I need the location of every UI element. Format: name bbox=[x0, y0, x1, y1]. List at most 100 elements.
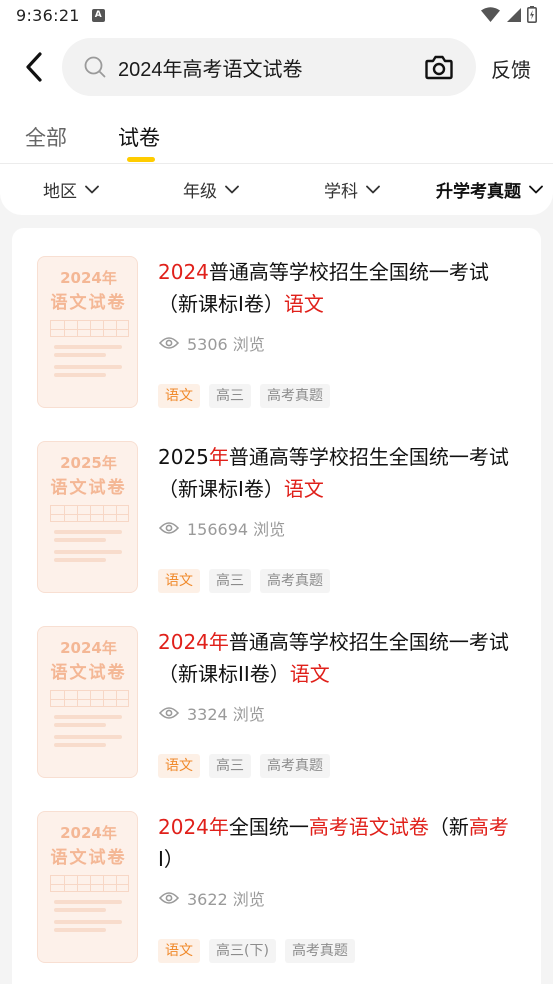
info-tag: 高考真题 bbox=[260, 754, 330, 778]
title-highlight: 高考 bbox=[468, 815, 509, 839]
result-title[interactable]: 2024年全国统一高考语文试卷（新高考 I） bbox=[158, 811, 518, 875]
result-title[interactable]: 2025年普通高等学校招生全国统一考试（新课标I卷）语文 bbox=[158, 441, 518, 505]
paper-thumbnail: 2024年语文试卷 bbox=[37, 256, 138, 408]
thumbnail-text-line bbox=[54, 550, 122, 554]
view-count: 3324 浏览 bbox=[159, 701, 265, 725]
chevron-down-icon bbox=[85, 185, 99, 194]
title-text: 全国统一 bbox=[228, 815, 309, 839]
result-item[interactable]: 2024年语文试卷 2024普通高等学校招生全国统一考试（新课标I卷）语文 5306… bbox=[12, 228, 541, 413]
title-highlight: 高考语文试卷 bbox=[308, 815, 429, 839]
thumbnail-score-table bbox=[50, 875, 129, 892]
feedback-link[interactable]: 反馈 bbox=[491, 54, 531, 83]
thumbnail-text-line bbox=[54, 558, 106, 562]
filter-region[interactable]: 地区 bbox=[43, 177, 99, 202]
title-highlight: 语文 bbox=[283, 292, 324, 316]
thumbnail-text-line bbox=[54, 723, 106, 727]
result-item[interactable]: 2024年语文试卷 2024年普通高等学校招生全国统一考试（新课标II卷）语文 33… bbox=[12, 598, 541, 783]
eye-icon bbox=[159, 707, 179, 719]
subject-tag: 语文 bbox=[158, 939, 200, 963]
thumbnail-text-line bbox=[54, 345, 122, 349]
info-tag: 高三 bbox=[209, 754, 251, 778]
thumbnail-text-line bbox=[54, 715, 122, 719]
thumbnail-year: 2024年 bbox=[60, 824, 117, 842]
view-count: 5306 浏览 bbox=[159, 331, 265, 355]
info-tag: 高三(下) bbox=[209, 939, 276, 963]
result-item[interactable]: 2025年语文试卷 2025年普通高等学校招生全国统一考试（新课标I卷）语文 156… bbox=[12, 413, 541, 598]
thumbnail-subject: 语文试卷 bbox=[50, 663, 127, 683]
view-count-text: 3324 浏览 bbox=[187, 705, 265, 724]
result-title[interactable]: 2024年普通高等学校招生全国统一考试（新课标II卷）语文 bbox=[158, 626, 518, 690]
thumbnail-text-line bbox=[54, 900, 122, 904]
paper-thumbnail: 2025年语文试卷 bbox=[37, 441, 138, 593]
filter-subject-label: 学科 bbox=[324, 182, 358, 202]
title-highlight: 2024年 bbox=[158, 815, 229, 839]
search-bar-row: 2024年高考语文试卷 反馈 bbox=[0, 38, 553, 96]
results-list: 2024年 语文试卷 2024普通高等学校招生全国统一考试（新课标I卷）语文 5306… bbox=[12, 228, 541, 984]
result-tabs: 全部 试卷 bbox=[0, 118, 553, 164]
subject-tag: 语文 bbox=[158, 384, 200, 408]
thumbnail-year: 2024年 bbox=[60, 639, 117, 657]
title-highlight: 2024 bbox=[158, 260, 209, 284]
battery-icon bbox=[527, 6, 537, 23]
notification-a-icon: A bbox=[91, 8, 105, 22]
paper-thumbnail: 2024年语文试卷 bbox=[37, 626, 138, 778]
cell-signal-icon bbox=[507, 7, 521, 22]
thumbnail-subject: 语文试卷 bbox=[50, 293, 127, 313]
camera-search-button[interactable] bbox=[424, 53, 454, 81]
info-tag: 高三 bbox=[209, 569, 251, 593]
thumbnail-text-line bbox=[54, 530, 122, 534]
thumbnail-text-line bbox=[54, 920, 122, 924]
info-tag: 高考真题 bbox=[260, 569, 330, 593]
header-panel: 9:36:21 A 2024年高考语文试卷 反馈 全部 试卷 地区 年级 学科 … bbox=[0, 0, 553, 215]
info-tag: 高三 bbox=[209, 384, 251, 408]
tab-papers[interactable]: 试卷 bbox=[118, 122, 160, 152]
thumbnail-text-line bbox=[54, 743, 106, 747]
thumbnail-subject: 语文试卷 bbox=[50, 478, 127, 498]
filter-subject[interactable]: 学科 bbox=[324, 177, 380, 202]
result-item[interactable]: 2024年 语文试卷 2024年全国统一高考语文试卷（新高考I） 3622 浏览 语文高… bbox=[12, 783, 541, 968]
tab-all[interactable]: 全部 bbox=[25, 122, 67, 152]
filter-exam-type-label: 升学考真题 bbox=[436, 182, 521, 202]
title-highlight: 年 bbox=[208, 445, 229, 469]
active-tab-indicator bbox=[127, 157, 155, 162]
filter-region-label: 地区 bbox=[43, 182, 77, 202]
eye-icon bbox=[159, 337, 179, 349]
chevron-down-icon bbox=[529, 185, 543, 194]
paper-thumbnail: 2024年语文试卷 bbox=[37, 811, 138, 963]
subject-tag: 语文 bbox=[158, 754, 200, 778]
search-input[interactable]: 2024年高考语文试卷 bbox=[62, 38, 476, 96]
chevron-down-icon bbox=[225, 185, 239, 194]
thumbnail-text-line bbox=[54, 373, 106, 377]
view-count: 156694 浏览 bbox=[159, 516, 285, 540]
view-count: 3622 浏览 bbox=[159, 886, 265, 910]
thumbnail-subject: 语文试卷 bbox=[50, 848, 127, 868]
result-title[interactable]: 2024普通高等学校招生全国统一考试（新课标I卷）语文 bbox=[158, 256, 518, 320]
filter-grade-label: 年级 bbox=[183, 182, 217, 202]
thumbnail-year: 2024年 bbox=[60, 269, 117, 287]
title-highlight: 2024年 bbox=[158, 630, 229, 654]
title-highlight: 语文 bbox=[283, 477, 324, 501]
title-text: （新 bbox=[428, 815, 469, 839]
tag-list: 语文 高三(下) 高考真题 bbox=[158, 939, 355, 963]
view-count-text: 3622 浏览 bbox=[187, 890, 265, 909]
camera-icon bbox=[425, 55, 453, 79]
title-highlight: 语文 bbox=[289, 662, 330, 686]
back-button[interactable] bbox=[18, 48, 50, 86]
status-time: 9:36:21 bbox=[16, 5, 80, 25]
filter-exam-type[interactable]: 升学考真题 bbox=[436, 177, 543, 202]
thumbnail-score-table bbox=[50, 505, 129, 522]
status-bar: 9:36:21 A bbox=[0, 0, 553, 30]
tag-list: 语文 高三 高考真题 bbox=[158, 754, 330, 778]
thumbnail-text-line bbox=[54, 908, 106, 912]
info-tag: 高考真题 bbox=[260, 384, 330, 408]
subject-tag: 语文 bbox=[158, 569, 200, 593]
filter-grade[interactable]: 年级 bbox=[183, 177, 239, 202]
title-text: I） bbox=[158, 847, 184, 871]
chevron-down-icon bbox=[366, 185, 380, 194]
filter-bar: 地区 年级 学科 升学考真题 bbox=[0, 164, 553, 214]
thumbnail-text-line bbox=[54, 365, 122, 369]
tag-list: 语文 高三 高考真题 bbox=[158, 569, 330, 593]
thumbnail-text-line bbox=[54, 928, 106, 932]
thumbnail-year: 2025年 bbox=[60, 454, 117, 472]
thumbnail-text-line bbox=[54, 735, 122, 739]
